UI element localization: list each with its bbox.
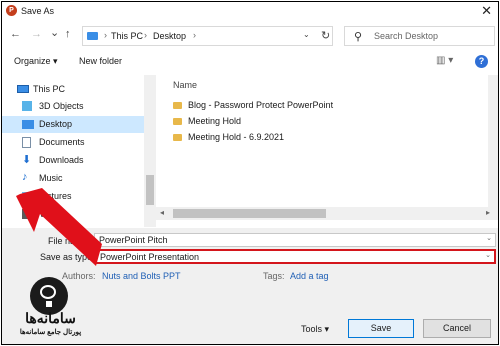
window-title: Save As bbox=[21, 6, 55, 16]
refresh-icon[interactable]: ↻ bbox=[321, 29, 330, 42]
sidebar-item-label: Documents bbox=[39, 137, 85, 147]
arrow-shape bbox=[16, 188, 102, 266]
music-note-icon: ♪ bbox=[22, 171, 28, 183]
forward-arrow-icon[interactable]: → bbox=[31, 28, 42, 40]
scroll-right-icon[interactable]: ▸ bbox=[486, 208, 490, 217]
sidebar-item-label: This PC bbox=[33, 84, 66, 94]
powerpoint-app-icon: P bbox=[6, 5, 17, 16]
file-name-value: PowerPoint Pitch bbox=[99, 235, 168, 245]
tools-dropdown[interactable]: Tools ▾ bbox=[301, 324, 329, 335]
organize-button[interactable]: Organize ▾ bbox=[14, 56, 58, 67]
scroll-left-icon[interactable]: ◂ bbox=[160, 208, 164, 217]
save-type-select[interactable]: PowerPoint Presentation ⌄ bbox=[94, 249, 496, 264]
close-icon[interactable]: ✕ bbox=[481, 3, 492, 19]
sidebar-item-label: Downloads bbox=[39, 155, 84, 165]
new-folder-button[interactable]: New folder bbox=[79, 56, 122, 66]
chevron-down-icon[interactable]: ⌄ bbox=[485, 251, 491, 259]
tags-value[interactable]: Add a tag bbox=[290, 271, 329, 281]
save-type-value: PowerPoint Presentation bbox=[100, 252, 200, 262]
search-icon: ⚲ bbox=[354, 31, 363, 43]
breadcrumb-desktop[interactable]: Desktop bbox=[153, 31, 186, 41]
tags-label: Tags: bbox=[263, 271, 285, 281]
watermark-subtitle: پورتال جامع سامانه‌ها bbox=[19, 329, 82, 336]
up-arrow-icon[interactable]: ↑ bbox=[65, 28, 71, 40]
sidebar-item-label: Desktop bbox=[39, 119, 73, 129]
save-button[interactable]: Save bbox=[348, 319, 414, 338]
folder-icon bbox=[173, 134, 182, 141]
file-list-pane: Name Blog - Password Protect PowerPoint … bbox=[162, 75, 482, 215]
breadcrumb-separator: › bbox=[193, 30, 196, 40]
search-box[interactable]: ⚲ Search Desktop bbox=[344, 26, 495, 46]
sidebar-scrollbar[interactable] bbox=[144, 75, 156, 227]
breadcrumb-separator: › bbox=[144, 30, 147, 40]
address-bar[interactable]: › This PC › Desktop › ⌄ ↻ bbox=[82, 26, 333, 46]
recent-locations-icon[interactable]: ⌄ bbox=[50, 26, 59, 39]
computer-icon bbox=[17, 85, 29, 93]
cube-icon bbox=[22, 101, 32, 111]
address-dropdown-icon[interactable]: ⌄ bbox=[303, 30, 310, 39]
sidebar-item-3d-objects[interactable]: 3D Objects bbox=[2, 98, 144, 115]
breadcrumb-this-pc[interactable]: This PC bbox=[111, 31, 143, 41]
help-icon[interactable]: ? bbox=[475, 55, 488, 68]
sidebar-item-desktop[interactable]: Desktop bbox=[2, 116, 144, 133]
sidebar-item-documents[interactable]: Documents bbox=[2, 134, 144, 151]
authors-value[interactable]: Nuts and Bolts PPT bbox=[102, 271, 181, 281]
back-arrow-icon[interactable]: ← bbox=[10, 28, 21, 40]
file-list-horizontal-scrollbar[interactable]: ◂ ▸ bbox=[156, 207, 498, 220]
watermark-logo: سامانه‌ها پورتال جامع سامانه‌ها bbox=[13, 277, 88, 339]
search-input[interactable]: Search Desktop bbox=[374, 31, 438, 41]
red-pointer-arrow-icon bbox=[16, 188, 102, 266]
file-name-field[interactable]: PowerPoint Pitch ⌄ bbox=[94, 233, 496, 247]
column-header-name[interactable]: Name bbox=[173, 80, 197, 90]
sidebar-scroll-thumb[interactable] bbox=[146, 175, 154, 205]
cancel-button[interactable]: Cancel bbox=[423, 319, 491, 338]
file-name-label: Meeting Hold bbox=[188, 116, 242, 126]
desktop-icon bbox=[22, 120, 34, 129]
document-icon bbox=[22, 137, 31, 148]
sidebar-item-downloads[interactable]: ⬇ Downloads bbox=[2, 152, 144, 169]
folder-icon bbox=[173, 102, 182, 109]
sidebar-item-label: 3D Objects bbox=[39, 101, 84, 111]
watermark-title: سامانه‌ها bbox=[25, 310, 76, 326]
sidebar-item-this-pc[interactable]: This PC bbox=[2, 81, 144, 98]
folder-icon bbox=[173, 118, 182, 125]
chevron-down-icon[interactable]: ⌄ bbox=[486, 234, 492, 242]
folder-icon bbox=[87, 32, 98, 40]
sidebar-item-music[interactable]: ♪ Music bbox=[2, 170, 144, 187]
file-name-label: Meeting Hold - 6.9.2021 bbox=[188, 132, 285, 142]
sidebar-item-label: Music bbox=[39, 173, 63, 183]
download-arrow-icon: ⬇ bbox=[22, 154, 32, 166]
file-list-vertical-scrollbar[interactable] bbox=[488, 75, 498, 207]
horizontal-scroll-thumb[interactable] bbox=[173, 209, 326, 218]
navigation-bar: ← → ⌄ ↑ › This PC › Desktop › ⌄ ↻ ⚲ Sear… bbox=[2, 22, 498, 50]
command-toolbar: Organize ▾ New folder ▥ ▾ ? bbox=[2, 51, 498, 73]
view-options-icon[interactable]: ▥ ▾ bbox=[436, 55, 453, 66]
breadcrumb-separator: › bbox=[104, 30, 107, 40]
file-name-label: Blog - Password Protect PowerPoint bbox=[188, 100, 334, 110]
title-bar: P Save As ✕ bbox=[2, 2, 498, 20]
